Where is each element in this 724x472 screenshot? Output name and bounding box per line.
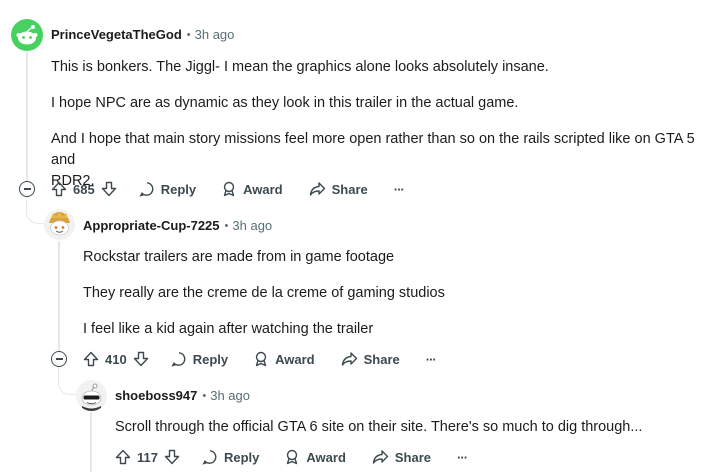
snoo-avatar-icon (16, 25, 38, 45)
more-options-button[interactable]: ··· (457, 449, 468, 465)
more-options-button[interactable]: ··· (425, 351, 437, 367)
reply-button[interactable]: Reply (171, 351, 228, 367)
reply-label: Reply (192, 351, 229, 367)
downvote-icon[interactable] (164, 449, 180, 465)
comment-paragraph: Scroll through the official GTA 6 site o… (115, 419, 643, 435)
comment-body: Rockstar trailers are made from in game … (83, 247, 703, 340)
award-button[interactable]: Award (221, 181, 283, 197)
collapse-thread-button[interactable] (19, 181, 35, 197)
share-icon (372, 450, 389, 464)
share-label: Share (394, 449, 432, 465)
award-label: Award (275, 351, 315, 367)
avatar[interactable] (44, 209, 75, 240)
comment-paragraph: I feel like a kid again after watching t… (83, 321, 374, 337)
award-icon (255, 351, 267, 367)
share-icon (309, 182, 325, 196)
comment-meta: Appropriate-Cup-7225 • 3h ago (83, 218, 272, 233)
vote-count: 410 (105, 351, 127, 367)
username[interactable]: shoeboss947 (115, 388, 197, 403)
more-options-button[interactable]: ··· (393, 181, 405, 197)
award-icon (287, 449, 298, 465)
comment-paragraph: They really are the creme de la creme of… (83, 285, 445, 301)
comment-bubble-icon (171, 352, 186, 367)
share-icon (341, 352, 357, 366)
separator-dot: • (224, 219, 229, 232)
separator-dot: • (202, 389, 207, 402)
avatar[interactable] (11, 19, 43, 51)
vote-control: 410 (83, 351, 149, 367)
reply-button[interactable]: Reply (139, 181, 196, 197)
award-label: Award (306, 449, 346, 465)
share-label: Share (331, 181, 368, 197)
award-icon (223, 181, 235, 197)
reply-button[interactable]: Reply (202, 449, 259, 465)
timestamp[interactable]: 3h ago (210, 388, 250, 403)
avatar[interactable] (76, 380, 107, 411)
comment-meta: PrinceVegetaTheGod • 3h ago (51, 27, 234, 42)
share-button[interactable]: Share (372, 449, 431, 465)
comment-actions: 410 Reply Award Share ··· (83, 348, 437, 370)
more-options-icon: ··· (393, 181, 405, 197)
downvote-icon[interactable] (101, 181, 117, 197)
comment-body: Scroll through the official GTA 6 site o… (115, 417, 715, 438)
snoo-avatar-icon (49, 212, 70, 236)
vote-control: 117 (115, 449, 180, 465)
downvote-icon[interactable] (133, 351, 149, 367)
award-button[interactable]: Award (284, 449, 346, 465)
timestamp[interactable]: 3h ago (195, 27, 235, 42)
more-options-icon: ··· (425, 351, 437, 367)
share-label: Share (363, 351, 400, 367)
thread-line-1[interactable] (26, 52, 28, 182)
award-label: Award (243, 181, 283, 197)
thread-elbow-3 (58, 367, 76, 395)
comment-actions: 117 Reply Award Share ··· (115, 446, 468, 468)
vote-control: 685 (51, 181, 117, 197)
upvote-icon[interactable] (115, 449, 131, 465)
reply-label: Reply (160, 181, 197, 197)
share-button[interactable]: Share (309, 181, 368, 197)
comment-bubble-icon (139, 182, 154, 197)
snoo-avatar-icon (81, 383, 102, 411)
comment-paragraph: Rockstar trailers are made from in game … (83, 249, 395, 265)
collapse-thread-button[interactable] (51, 351, 67, 367)
thread-line-3[interactable] (90, 412, 92, 472)
comment-paragraph: I hope NPC are as dynamic as they look i… (51, 95, 519, 111)
timestamp[interactable]: 3h ago (232, 218, 272, 233)
share-button[interactable]: Share (341, 351, 400, 367)
reply-label: Reply (223, 449, 260, 465)
comment-actions: 685 Reply Award Share ··· (51, 178, 405, 200)
award-button[interactable]: Award (253, 351, 315, 367)
username[interactable]: Appropriate-Cup-7225 (83, 218, 220, 233)
vote-count: 117 (137, 449, 158, 465)
thread-elbow-2 (26, 196, 44, 224)
vote-count: 685 (73, 181, 95, 197)
comment-paragraph: This is bonkers. The Jiggl- I mean the g… (51, 59, 549, 75)
comment-meta: shoeboss947 • 3h ago (115, 388, 250, 403)
separator-dot: • (186, 28, 191, 41)
comment-body: This is bonkers. The Jiggl- I mean the g… (51, 57, 711, 192)
more-options-icon: ··· (457, 449, 468, 465)
thread-line-2[interactable] (58, 241, 60, 351)
upvote-icon[interactable] (51, 181, 67, 197)
comment-bubble-icon (202, 450, 217, 465)
username[interactable]: PrinceVegetaTheGod (51, 27, 182, 42)
comment-paragraph: And I hope that main story missions feel… (51, 131, 695, 168)
upvote-icon[interactable] (83, 351, 99, 367)
